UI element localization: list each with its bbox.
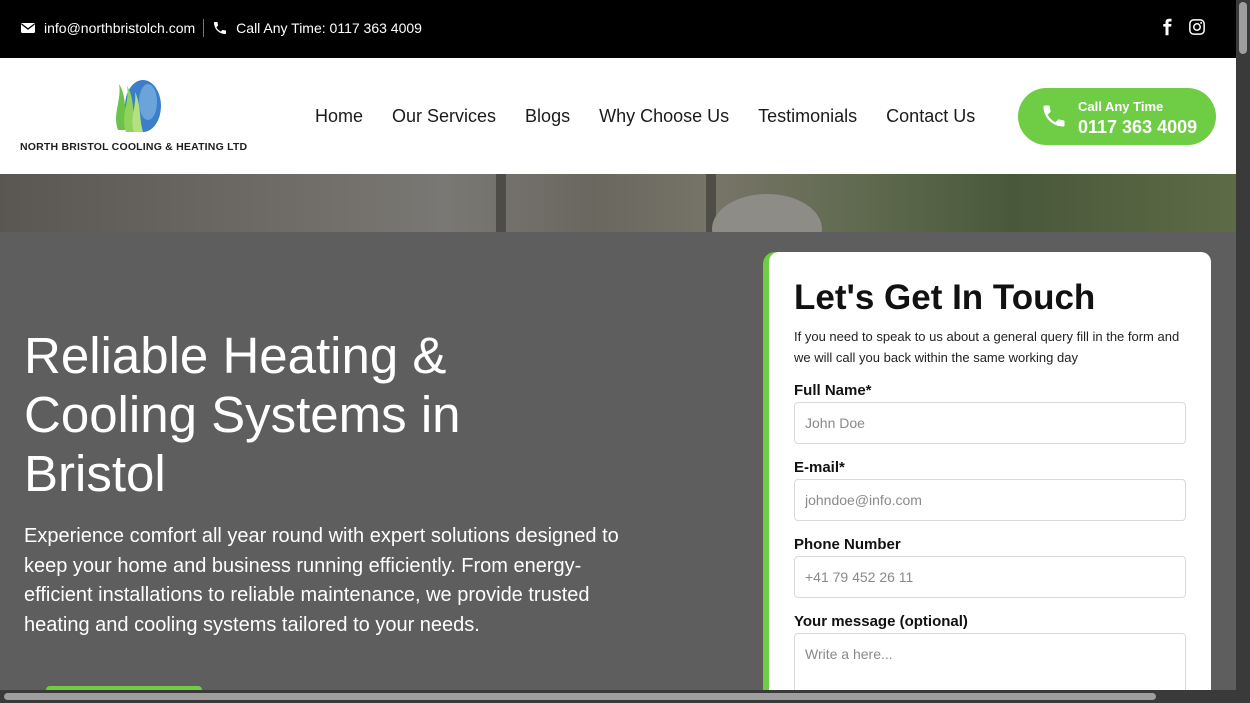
- vertical-scrollbar-thumb[interactable]: [1239, 2, 1247, 54]
- form-title: Let's Get In Touch: [794, 278, 1096, 317]
- nav-contact-us[interactable]: Contact Us: [886, 106, 975, 127]
- email-link[interactable]: info@northbristolch.com: [44, 20, 195, 36]
- message-textarea[interactable]: [794, 633, 1186, 690]
- phone-icon: [212, 20, 228, 36]
- horizontal-scrollbar-thumb[interactable]: [4, 693, 1156, 700]
- nav-why-choose-us[interactable]: Why Choose Us: [599, 106, 729, 127]
- call-button-caption: Call Any Time: [1078, 99, 1164, 114]
- main-nav: Home Our Services Blogs Why Choose Us Te…: [315, 106, 975, 127]
- nav-testimonials[interactable]: Testimonials: [758, 106, 857, 127]
- full-name-label: Full Name*: [794, 382, 872, 399]
- message-label: Your message (optional): [794, 613, 968, 630]
- contact-form: Let's Get In Touch If you need to speak …: [769, 252, 1211, 690]
- top-bar: info@northbristolch.com Call Any Time: 0…: [0, 0, 1236, 58]
- instagram-icon[interactable]: [1188, 18, 1206, 36]
- phone-input[interactable]: [794, 556, 1186, 598]
- call-button[interactable]: Call Any Time 0117 363 4009: [1018, 88, 1216, 145]
- divider: [203, 19, 205, 37]
- form-subtitle: If you need to speak to us about a gener…: [794, 329, 1180, 365]
- logo-icon[interactable]: [110, 78, 162, 138]
- logo-text[interactable]: NORTH BRISTOL COOLING & HEATING LTD: [20, 141, 247, 153]
- envelope-icon: [20, 20, 36, 36]
- photo-detail: [496, 174, 506, 232]
- site-header: NORTH BRISTOL COOLING & HEATING LTD Home…: [0, 58, 1236, 174]
- contact-form-card: Let's Get In Touch If you need to speak …: [763, 252, 1211, 690]
- vertical-scrollbar[interactable]: [1236, 0, 1250, 703]
- horizontal-scrollbar[interactable]: [0, 690, 1236, 703]
- email-label: E-mail*: [794, 459, 845, 476]
- nav-our-services[interactable]: Our Services: [392, 106, 496, 127]
- facebook-icon[interactable]: [1158, 18, 1176, 36]
- call-button-number: 0117 363 4009: [1078, 117, 1198, 137]
- email-input[interactable]: [794, 479, 1186, 521]
- hero-background-photo: [0, 174, 1236, 264]
- full-name-input[interactable]: [794, 402, 1186, 444]
- phone-link[interactable]: Call Any Time: 0117 363 4009: [236, 20, 422, 36]
- page: info@northbristolch.com Call Any Time: 0…: [0, 0, 1236, 690]
- hero-title: Reliable Heating & Cooling Systems in Br…: [24, 327, 461, 502]
- nav-home[interactable]: Home: [315, 106, 363, 127]
- hero-description: Experience comfort all year round with e…: [24, 525, 619, 636]
- phone-label: Phone Number: [794, 536, 901, 553]
- phone-icon: [1040, 102, 1068, 130]
- top-contact: info@northbristolch.com Call Any Time: 0…: [20, 19, 422, 37]
- nav-blogs[interactable]: Blogs: [525, 106, 570, 127]
